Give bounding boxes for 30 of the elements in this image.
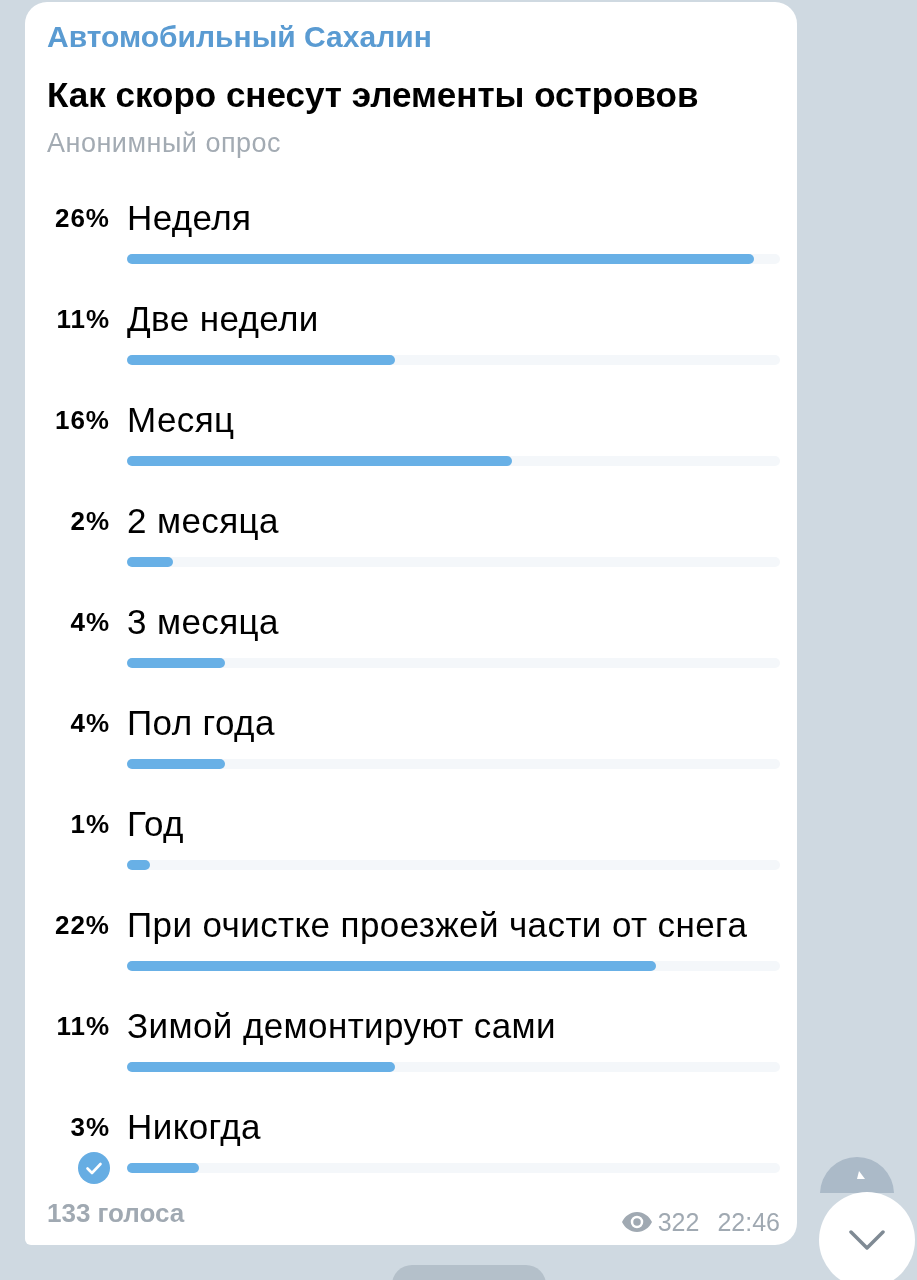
option-percent: 2% [69, 505, 110, 538]
poll-question: Как скоро снесут элементы островов [47, 75, 699, 115]
option-percent: 22% [53, 909, 110, 942]
view-count: 322 [657, 1207, 700, 1237]
share-button[interactable] [820, 1157, 894, 1193]
option-percent: 11% [55, 1010, 110, 1043]
message-time: 22:46 [717, 1207, 780, 1237]
option-percent: 1% [69, 808, 110, 841]
option-label: Две недели [127, 299, 320, 339]
option-label: Год [127, 804, 185, 844]
option-percent: 16% [53, 404, 110, 437]
option-percent: 26% [53, 202, 110, 235]
option-label: Зимой демонтируют сами [127, 1006, 557, 1046]
option-label: 3 месяца [127, 602, 280, 642]
option-percent: 3% [69, 1111, 110, 1144]
option-percent: 4% [69, 707, 110, 740]
option-label: Пол года [127, 703, 276, 743]
option-label: Никогда [127, 1107, 262, 1147]
chevron-down-icon [849, 1230, 885, 1250]
option-percent: 11% [55, 303, 110, 336]
vote-count: 133 голоса [47, 1198, 185, 1228]
channel-name[interactable]: Автомобильный Сахалин [47, 20, 432, 54]
option-label: 2 месяца [127, 501, 280, 541]
option-label: Неделя [127, 198, 253, 238]
option-label: При очистке проезжей части от снега [127, 905, 749, 945]
option-percent: 4% [69, 606, 110, 639]
triangle-icon [857, 1171, 865, 1179]
eye-icon [621, 1212, 652, 1232]
poll-type: Анонимный опрос [47, 128, 282, 158]
option-label: Месяц [127, 400, 236, 440]
